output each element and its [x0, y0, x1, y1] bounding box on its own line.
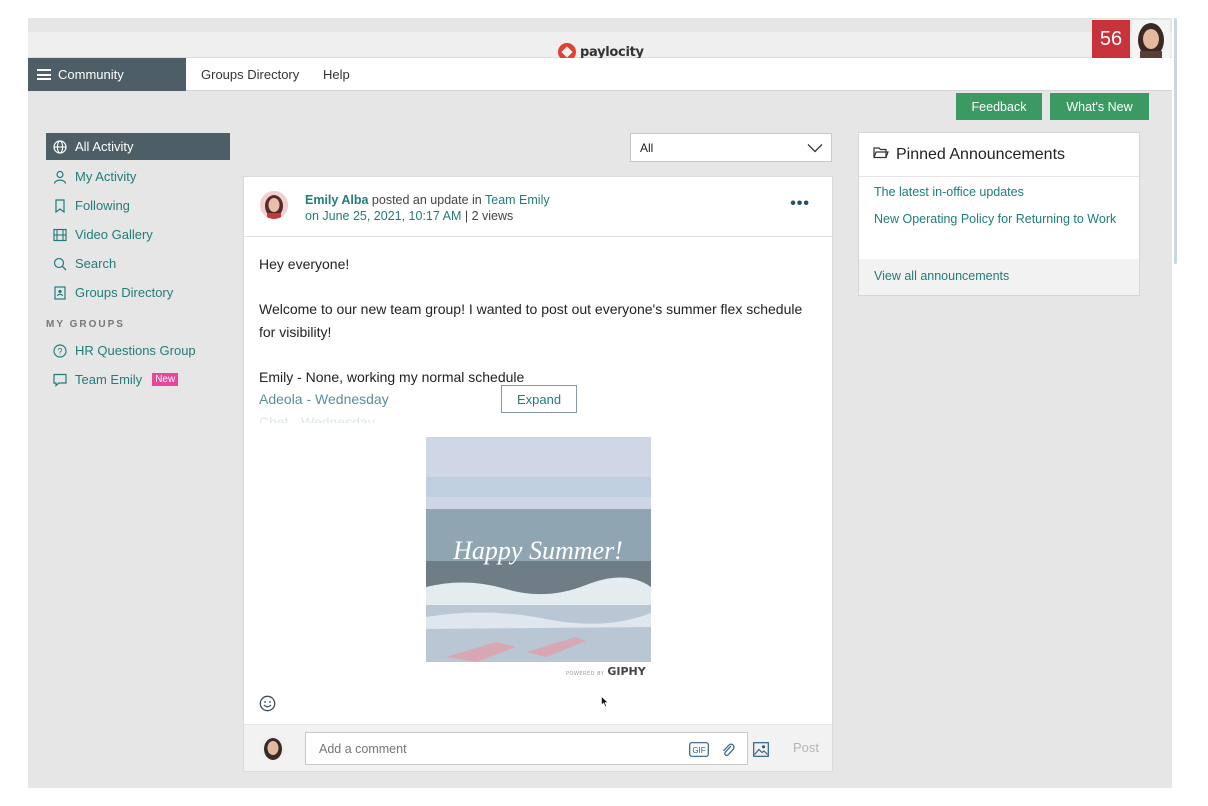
chevron-down-icon [807, 142, 823, 156]
sidebar-item-hr-questions-group[interactable]: ? HR Questions Group [46, 336, 230, 365]
author-avatar[interactable] [260, 191, 288, 219]
meta-separator: | [461, 209, 472, 223]
post-header: Emily Alba posted an update in Team Emil… [244, 177, 832, 237]
announcement-link[interactable]: The latest in-office updates [874, 185, 1124, 199]
post-views: 2 views [471, 209, 514, 223]
sidebar-item-video-gallery[interactable]: Video Gallery [46, 220, 230, 249]
brand-bar: paylocity [28, 32, 1172, 61]
nav-help[interactable]: Help [323, 67, 350, 82]
comment-bar: GIF Post [244, 724, 832, 771]
user-icon [53, 170, 67, 184]
search-icon [53, 257, 67, 271]
post-meta: Emily Alba posted an update in Team Emil… [305, 192, 550, 224]
app-window: paylocity 56 Community Groups Directory … [28, 18, 1172, 788]
filter-selected-value: All [640, 140, 654, 155]
reaction-smiley-icon[interactable] [259, 695, 276, 717]
post-date-link[interactable]: on June 25, 2021, 10:17 AM [305, 209, 461, 223]
sidebar-item-label: All Activity [75, 139, 134, 154]
sidebar-item-following[interactable]: Following [46, 191, 230, 220]
gif-image[interactable]: Happy Summer! [426, 437, 651, 662]
giphy-attribution: POWERED BY GIPHY [566, 665, 646, 678]
top-nav: Community Groups Directory Help [28, 58, 1172, 91]
gif-caption: Happy Summer! [452, 536, 623, 565]
new-badge: New [152, 373, 179, 386]
chat-icon [53, 373, 67, 387]
film-icon [53, 228, 67, 242]
my-groups-heading: MY GROUPS [46, 319, 125, 330]
sidebar-item-label: Search [75, 256, 117, 271]
commenter-avatar-icon [264, 738, 282, 760]
hamburger-icon [37, 69, 51, 80]
pinned-announcements-header: Pinned Announcements [859, 133, 1139, 177]
notification-count-badge[interactable]: 56 [1092, 20, 1130, 58]
community-label: Community [58, 67, 124, 82]
bookmark-icon [53, 198, 67, 213]
user-avatar[interactable] [1132, 20, 1170, 58]
sidebar-item-search[interactable]: Search [46, 249, 230, 278]
sidebar-item-team-emily[interactable]: Team Emily New [46, 365, 230, 394]
image-icon[interactable] [753, 742, 769, 762]
author-name-link[interactable]: Emily Alba [305, 193, 368, 207]
attachment-icon[interactable] [721, 742, 735, 763]
folder-icon [873, 146, 889, 164]
sidebar-item-all-activity[interactable]: All Activity [46, 133, 230, 160]
post-action-text: posted an update in [368, 193, 485, 207]
view-all-announcements-link[interactable]: View all announcements [859, 259, 1139, 295]
author-avatar-icon [260, 191, 288, 219]
scrollbar-thumb[interactable] [1174, 18, 1177, 264]
nav-groups-directory[interactable]: Groups Directory [201, 67, 299, 82]
post-greeting: Hey everyone! [259, 256, 350, 272]
activity-post: Emily Alba posted an update in Team Emil… [243, 176, 833, 772]
activity-filter-select[interactable]: All [630, 133, 832, 162]
community-menu-button[interactable]: Community [28, 58, 186, 91]
sidebar-item-label: HR Questions Group [75, 343, 196, 358]
giphy-powered-text: POWERED BY [566, 671, 605, 677]
comment-input[interactable] [305, 732, 748, 765]
globe-icon [53, 139, 67, 154]
svg-text:?: ? [57, 346, 62, 356]
more-options-icon[interactable]: ••• [790, 195, 810, 213]
pinned-announcements-panel: Pinned Announcements The latest in-offic… [858, 132, 1140, 296]
feedback-button[interactable]: Feedback [956, 93, 1042, 120]
sidebar-item-my-activity[interactable]: My Activity [46, 162, 230, 191]
group-link[interactable]: Team Emily [485, 193, 550, 207]
announcement-link[interactable]: New Operating Policy for Returning to Wo… [874, 212, 1124, 226]
directory-icon [53, 285, 67, 300]
sidebar-item-label: Video Gallery [75, 227, 153, 242]
post-comment-button[interactable]: Post [793, 740, 819, 755]
sidebar-item-label: Team Emily [75, 372, 143, 387]
sidebar-item-label: Groups Directory [75, 285, 174, 300]
giphy-label: GIPHY [607, 665, 646, 678]
sidebar-item-label: My Activity [75, 169, 137, 184]
pinned-title: Pinned Announcements [896, 145, 1066, 163]
commenter-avatar [260, 735, 286, 761]
whats-new-button[interactable]: What's New [1050, 93, 1149, 120]
gif-icon-label: GIF [692, 746, 705, 755]
gif-icon[interactable]: GIF [689, 742, 709, 762]
post-paragraph: Welcome to our new team group! I wanted … [259, 301, 803, 340]
question-circle-icon: ? [53, 343, 67, 358]
user-avatar-icon [1138, 23, 1164, 58]
sidebar-item-label: Following [75, 198, 130, 213]
mouse-cursor-icon [601, 695, 609, 713]
expand-button[interactable]: Expand [501, 385, 577, 413]
sidebar: All Activity My Activity Following Video… [46, 133, 230, 394]
sidebar-item-groups-directory[interactable]: Groups Directory [46, 278, 230, 307]
